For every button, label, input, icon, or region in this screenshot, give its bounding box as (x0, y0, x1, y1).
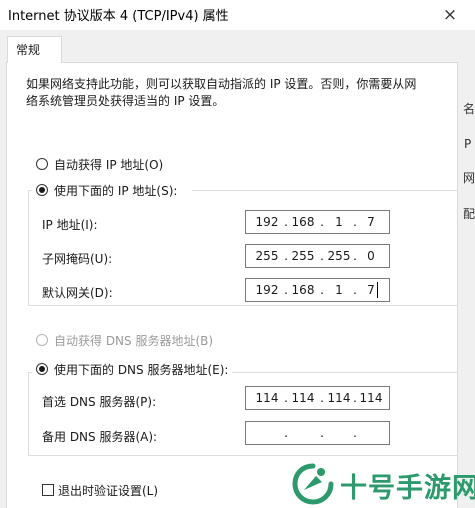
preferred-dns-label: 首选 DNS 服务器(P): (42, 395, 157, 409)
ip-octet-2: 168 (291, 215, 315, 229)
adns-dot: . (320, 426, 324, 440)
tab-general-label: 常规 (16, 43, 41, 57)
manual-dns-label[interactable]: 使用下面的 DNS 服务器地址(E): (54, 361, 228, 378)
strip-text-2: P (464, 137, 472, 151)
pdns-dot: . (320, 391, 324, 405)
watermark-text: 十号手游网 (340, 473, 475, 504)
mask-octet-2: 255 (291, 249, 315, 263)
pdns-octet-3: 114 (327, 391, 351, 405)
default-gateway-label: 默认网关(D): (42, 286, 113, 300)
gateway-dot: . (320, 283, 324, 297)
subnet-mask-label: 子网掩码(U): (42, 252, 113, 266)
ip-octet-4: 7 (367, 215, 375, 229)
validate-on-exit-checkbox[interactable] (42, 484, 54, 496)
gateway-octet-2: 168 (291, 283, 315, 297)
pdns-octet-2: 114 (291, 391, 315, 405)
window-title: Internet 协议版本 4 (TCP/IPv4) 属性 (8, 9, 229, 24)
ip-octet-3: 1 (335, 215, 343, 229)
manual-ip-radio[interactable] (36, 184, 48, 196)
mask-octet-3: 255 (327, 249, 351, 263)
mask-dot: . (284, 249, 288, 263)
ip-address-field[interactable]: 192 . 168 . 1 . 7 (245, 210, 390, 234)
title-bar: Internet 协议版本 4 (TCP/IPv4) 属性 × (0, 0, 475, 30)
mask-octet-4: 0 (367, 249, 375, 263)
text-caret (377, 282, 378, 298)
auto-dns-radio[interactable] (36, 334, 48, 346)
strip-text-3: 网 (463, 171, 475, 185)
gateway-dot: . (284, 283, 288, 297)
strip-text-1: 名 (463, 102, 475, 116)
background-window-strip: 名 P 网 配 (458, 62, 475, 508)
auto-ip-label[interactable]: 自动获得 IP 地址(O) (54, 156, 163, 173)
site-watermark: 十号手游网 (288, 460, 475, 508)
close-icon[interactable]: × (440, 6, 460, 26)
subnet-mask-field[interactable]: 255 . 255 . 255 . 0 (245, 244, 390, 268)
validate-on-exit-label[interactable]: 退出时验证设置(L) (58, 482, 158, 499)
manual-dns-radio[interactable] (36, 363, 48, 375)
alternate-dns-label: 备用 DNS 服务器(A): (42, 430, 158, 444)
gateway-octet-3: 1 (335, 283, 343, 297)
pdns-dot: . (284, 391, 288, 405)
tab-general[interactable]: 常规 (7, 36, 62, 63)
ip-dot: . (320, 215, 324, 229)
default-gateway-field[interactable]: 192 . 168 . 1 . 7 (245, 278, 390, 302)
ip-octet-1: 192 (255, 215, 279, 229)
gateway-octet-1: 192 (255, 283, 279, 297)
mask-dot: . (320, 249, 324, 263)
watermark-logo (291, 462, 335, 506)
auto-dns-label[interactable]: 自动获得 DNS 服务器地址(B) (54, 332, 213, 349)
strip-text-4: 配 (463, 207, 475, 221)
auto-ip-radio[interactable] (36, 158, 48, 170)
ip-dot: . (284, 215, 288, 229)
manual-ip-label[interactable]: 使用下面的 IP 地址(S): (54, 182, 177, 199)
gateway-octet-4: 7 (367, 283, 375, 297)
description-line-1: 如果网络支持此功能，则可以获取自动指派的 IP 设置。否则，你需要从网 (26, 77, 417, 91)
description-text: 如果网络支持此功能，则可以获取自动指派的 IP 设置。否则，你需要从网 络系统管… (26, 76, 426, 110)
adns-dot: . (353, 426, 357, 440)
preferred-dns-field[interactable]: 114 . 114 . 114 . 114 (245, 386, 390, 410)
pdns-octet-1: 114 (255, 391, 279, 405)
pdns-octet-4: 114 (359, 391, 383, 405)
ip-address-label: IP 地址(I): (42, 218, 98, 232)
alternate-dns-field[interactable]: . . . (245, 421, 390, 445)
adns-dot: . (284, 426, 288, 440)
mask-octet-1: 255 (255, 249, 279, 263)
description-line-2: 络系统管理员处获得适当的 IP 设置。 (26, 94, 225, 108)
